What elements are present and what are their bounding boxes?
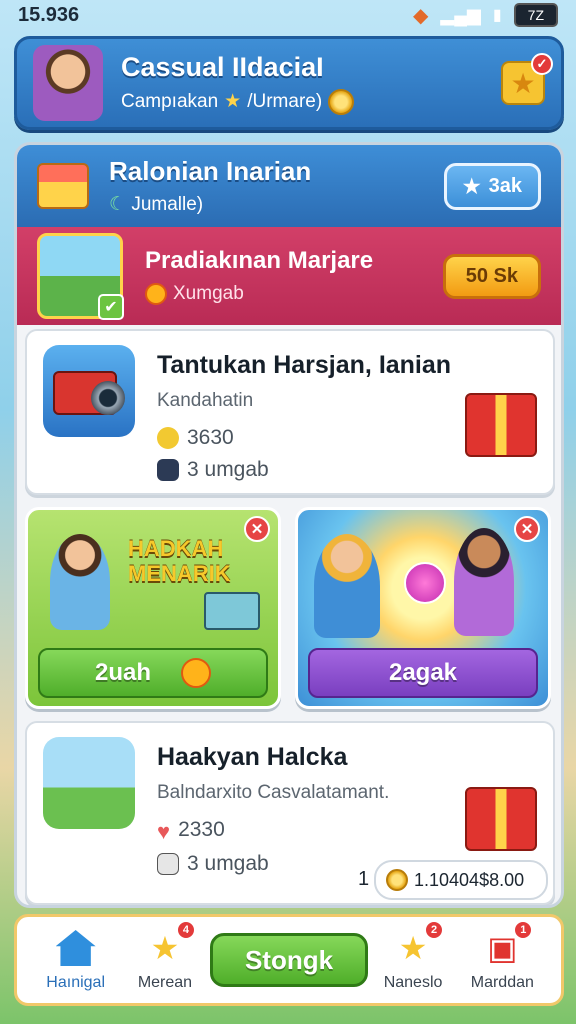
- kid-figure: [50, 534, 110, 630]
- gift-icon: [465, 787, 537, 851]
- wifi-icon: ▮: [492, 7, 502, 24]
- header-subtitle: Campıakan ★ /Urmare): [121, 88, 355, 115]
- task-duration: 3 umgab: [157, 458, 537, 482]
- balance-pill[interactable]: 1.10404$8.00: [374, 860, 548, 900]
- task-title: Tantukan Harsjan, Ianian: [157, 351, 452, 379]
- nav-center-button[interactable]: Stongk: [209, 933, 369, 987]
- panel-action-button[interactable]: ★ 3ak: [443, 162, 541, 210]
- ghost-icon: [157, 853, 179, 875]
- signal-icon: ▂▄▆: [440, 4, 481, 25]
- tile-action-button[interactable]: 2uah: [38, 648, 268, 698]
- panel-subtitle: ☾ Jumalle): [109, 194, 204, 215]
- notification-badge: 2: [424, 920, 445, 940]
- balance-prefix: 1: [358, 868, 370, 890]
- star-icon: ★: [462, 175, 481, 198]
- battery-indicator: 7Z: [513, 3, 558, 27]
- nav-home[interactable]: Haınigal: [31, 928, 120, 992]
- header-subtitle-prefix: Campıakan: [121, 90, 219, 112]
- nav-label: Merean: [137, 974, 193, 991]
- status-bar: 15.936 ◆ ▂▄▆ ▮ 7Z: [0, 0, 576, 30]
- coin-icon: [328, 88, 355, 115]
- gift-box-icon: [37, 163, 89, 209]
- tile-action-button[interactable]: 2agak: [308, 648, 538, 698]
- camera-icon: [43, 345, 135, 437]
- nav-label: Haınigal: [46, 974, 105, 991]
- egg-icon: [157, 427, 179, 449]
- promo-claim-button[interactable]: 50 Sk: [442, 253, 541, 299]
- heart-bubble-icon: [404, 562, 446, 604]
- promo-title: Pradiakınan Marjare: [145, 247, 374, 274]
- nav-label: Marddan: [470, 974, 534, 991]
- home-icon: [55, 930, 96, 966]
- avatar[interactable]: [33, 45, 103, 121]
- bottom-navigation: Haınigal ★ 4 Merean Stongk ★ 2 Naneslo ▣…: [14, 914, 564, 1006]
- coin-icon: [386, 869, 408, 891]
- heart-icon: ♥: [157, 819, 171, 844]
- nav-label: Naneslo: [383, 974, 443, 991]
- promo-banner[interactable]: ✔ Pradiakınan Marjare Xumgab 50 Sk: [17, 227, 561, 325]
- sun-face-icon: [181, 658, 211, 688]
- notification-badge: 4: [175, 920, 196, 940]
- task-card[interactable]: Tantukan Harsjan, Ianian Kandahatin 3630…: [25, 329, 555, 495]
- nav-favorites[interactable]: ★ 2 Naneslo: [368, 920, 457, 992]
- notification-badge: 1: [513, 920, 534, 940]
- nav-rewards[interactable]: ★ 4 Merean: [120, 920, 209, 992]
- balance-amount: 1.10404$8.00: [414, 869, 525, 890]
- panel-header: Ralonian Inarian ☾ Jumalle) ★ 3ak: [17, 145, 561, 227]
- close-icon[interactable]: ✕: [514, 516, 540, 542]
- boy-figure: [454, 528, 514, 636]
- sun-icon: [145, 283, 167, 305]
- chest-icon: [204, 592, 260, 630]
- notification-badge: ✓: [531, 53, 553, 75]
- close-icon[interactable]: ✕: [244, 516, 270, 542]
- task-title: Haakyan Halcka: [157, 743, 348, 771]
- profile-header: Cassual IIdaciaI Campıakan ★ /Urmare) ★ …: [14, 36, 564, 130]
- family-icon: [43, 737, 135, 829]
- header-subtitle-rest: /Urmare): [247, 90, 323, 112]
- calendar-icon: [157, 459, 179, 481]
- header-title: Cassual IIdaciaI: [121, 51, 324, 82]
- status-icons: ◆ ▂▄▆ ▮ 7Z: [413, 3, 558, 28]
- swirl-icon: ☾: [109, 194, 127, 215]
- favorites-star-button[interactable]: ★ ✓: [501, 53, 553, 105]
- gift-icon: ▣ 1: [481, 920, 534, 968]
- girl-figure: [314, 534, 380, 638]
- status-time: 15.936: [18, 3, 80, 26]
- star-icon: ★ 4: [144, 920, 196, 968]
- promo-subtitle: Xumgab: [145, 283, 373, 305]
- tile-heading: HADKAH MENARIK: [128, 536, 231, 587]
- star-card-icon: ★ 2: [392, 920, 445, 968]
- star-icon: ★: [224, 91, 242, 112]
- star-icon: ★: [510, 67, 536, 99]
- panel-title: Ralonian Inarian: [109, 156, 312, 186]
- app-icon: ◆: [413, 4, 429, 27]
- main-panel: Ralonian Inarian ☾ Jumalle) ★ 3ak ✔ Prad…: [14, 142, 564, 908]
- promo-tile-purple[interactable]: ✕ 2agak: [295, 507, 551, 709]
- promo-thumbnail: ✔: [37, 233, 124, 320]
- nav-inbox[interactable]: ▣ 1 Marddan: [458, 920, 547, 992]
- check-icon: ✔: [98, 294, 124, 320]
- gift-icon: [465, 393, 537, 457]
- promo-tile-green[interactable]: HADKAH MENARIK ✕ 2uah: [25, 507, 281, 709]
